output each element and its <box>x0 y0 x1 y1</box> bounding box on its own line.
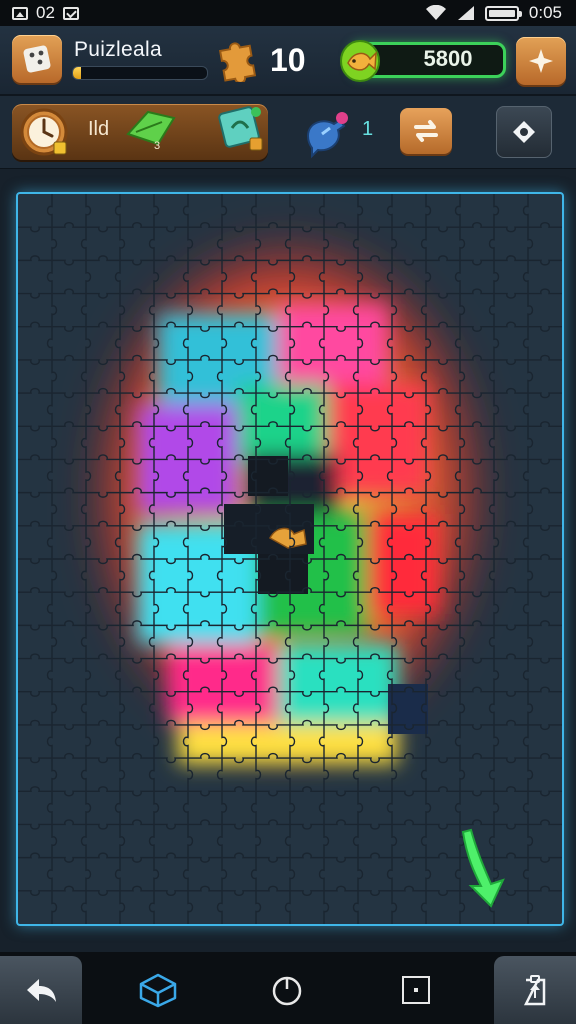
back-icon <box>27 979 56 1002</box>
xp-progress-fill <box>73 67 82 79</box>
coin-fish-icon <box>338 35 382 85</box>
square-button[interactable] <box>396 970 436 1010</box>
hint-potion-icon[interactable] <box>300 106 360 160</box>
add-coins-button[interactable] <box>516 37 566 85</box>
boost-toolbar: Ild 3 1 <box>0 96 576 169</box>
battery-icon <box>484 5 522 21</box>
signal-icon <box>457 5 475 21</box>
image-icon <box>12 6 28 20</box>
back-button[interactable] <box>0 956 82 1024</box>
power-button[interactable] <box>267 970 307 1010</box>
clock-icon[interactable] <box>16 104 74 162</box>
dice-icon[interactable] <box>12 35 62 83</box>
swap-button[interactable] <box>400 108 452 154</box>
diamond-icon <box>513 121 535 143</box>
swap-icon <box>414 120 438 142</box>
coin-balance: 5800 <box>423 46 473 71</box>
puzzle-board[interactable] <box>16 192 564 926</box>
cube-button[interactable] <box>138 970 178 1010</box>
wifi-icon <box>425 5 447 21</box>
puzzle-piece-icon <box>214 36 262 84</box>
power-icon <box>272 976 302 1006</box>
star-icon <box>529 49 553 73</box>
board-canvas <box>18 194 562 924</box>
share-button[interactable] <box>494 956 576 1024</box>
jigsaw-grid-lines <box>18 194 562 924</box>
top-hud: Puizleala 10 5800 <box>0 26 576 96</box>
gem-icon[interactable] <box>210 98 270 158</box>
status-left-text: 02 <box>36 3 55 22</box>
boost-count: 3 <box>154 140 161 152</box>
app-title: Puizleala <box>74 38 162 61</box>
share-icon <box>523 975 546 1006</box>
leaf-icon[interactable] <box>122 100 182 154</box>
piece-count: 10 <box>270 42 306 78</box>
hint-count: 1 <box>362 118 374 140</box>
xp-progress-bar <box>72 66 208 80</box>
status-bar: 02 0:05 <box>0 0 576 26</box>
cube-icon <box>139 973 177 1008</box>
jigsaw-grid <box>18 194 562 924</box>
boost-label: Ild <box>88 118 110 140</box>
message-icon <box>62 6 79 20</box>
square-icon <box>402 976 430 1004</box>
settings-button[interactable] <box>496 106 552 158</box>
status-time: 0:05 <box>528 3 562 22</box>
green-arrow-icon[interactable] <box>457 828 509 908</box>
navigation-bar <box>0 952 576 1024</box>
